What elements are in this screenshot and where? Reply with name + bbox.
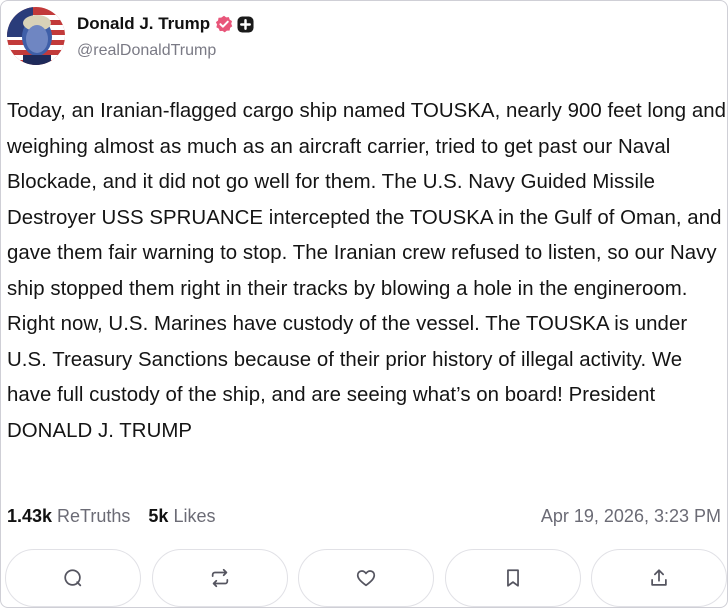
like-heart-icon <box>356 570 376 587</box>
bookmark-icon <box>506 569 519 587</box>
likes-label[interactable]: Likes <box>173 506 215 527</box>
post-timestamp[interactable]: Apr 19, 2026, 3:23 PM <box>541 506 721 527</box>
plus-badge-icon <box>237 15 254 33</box>
author-names: Donald J. Trump @realDonaldTrump <box>77 12 254 60</box>
post-stats: 1.43k ReTruths 5k Likes Apr 19, 2026, 3:… <box>7 502 721 530</box>
post-text: Today, an Iranian-flagged cargo ship nam… <box>7 100 727 442</box>
avatar-portrait-icon[interactable] <box>7 7 65 65</box>
likes-count[interactable]: 5k <box>148 506 168 527</box>
post-header: Donald J. Trump @realDonaldTrump <box>7 5 254 67</box>
retruth-icon <box>211 568 228 588</box>
post-card: Donald J. Trump @realDonaldTrump Today, … <box>0 0 728 608</box>
share-icon <box>651 569 667 586</box>
bookmark-button[interactable] <box>444 549 581 607</box>
reply-icon <box>64 569 82 587</box>
verified-check-icon <box>216 15 233 33</box>
retruths-label[interactable]: ReTruths <box>57 506 130 527</box>
reply-button[interactable] <box>5 549 141 607</box>
retruths-count[interactable]: 1.43k <box>7 506 52 527</box>
post-actions <box>5 549 727 607</box>
share-button[interactable] <box>591 549 727 607</box>
author-display-name[interactable]: Donald J. Trump <box>77 14 210 34</box>
like-button[interactable] <box>298 549 434 607</box>
author-handle[interactable]: @realDonaldTrump <box>77 42 254 60</box>
retruth-button[interactable] <box>151 549 288 607</box>
